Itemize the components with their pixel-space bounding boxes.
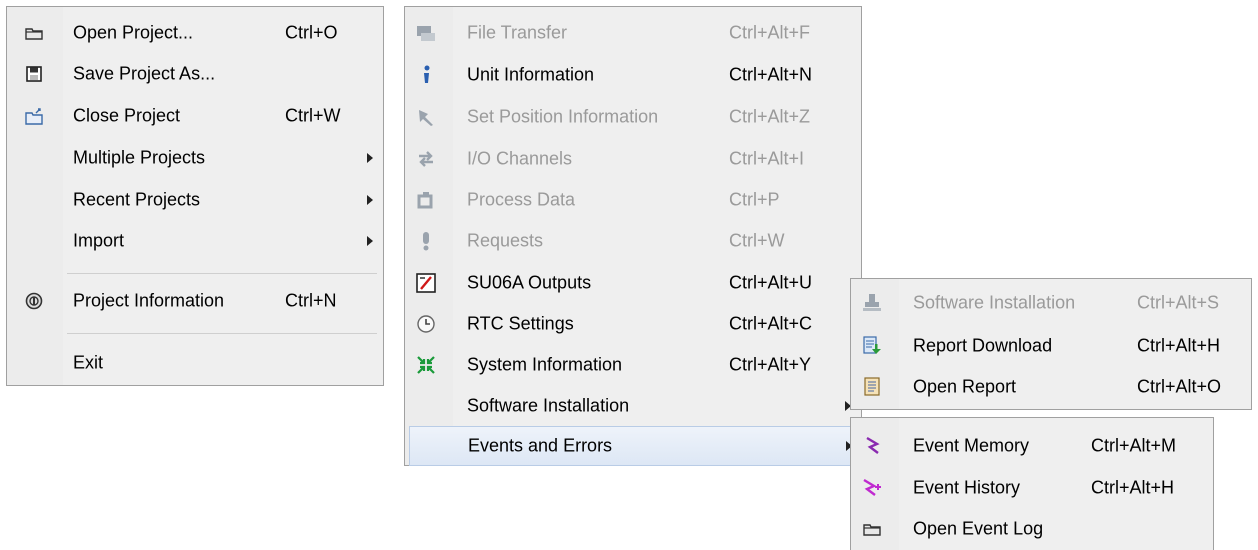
menu-item-label: Project Information [73, 290, 225, 311]
menu-item-report-download[interactable]: Report Download Ctrl+Alt+H [851, 326, 1251, 366]
menu-item-set-position-information[interactable]: Set Position Information Ctrl+Alt+Z [405, 97, 861, 137]
menu-item-shortcut: Ctrl+W [285, 105, 341, 126]
menu-item-software-installation[interactable]: Software Installation [405, 386, 861, 426]
menu-item-label: Software Installation [467, 395, 630, 416]
menu-item-multiple-projects[interactable]: Multiple Projects [7, 138, 383, 178]
menu-item-requests[interactable]: Requests Ctrl+W [405, 221, 861, 261]
menu-item-open-project[interactable]: Open Project... Ctrl+O [7, 13, 383, 53]
menu-item-recent-projects[interactable]: Recent Projects [7, 180, 383, 220]
menu-item-rtc-settings[interactable]: RTC Settings Ctrl+Alt+C [405, 304, 861, 344]
menu-item-label: Events and Errors [468, 435, 613, 456]
menu-item-shortcut: Ctrl+Alt+I [729, 148, 805, 169]
menu-item-label: Open Report [913, 376, 1017, 397]
menu-item-shortcut: Ctrl+Alt+N [729, 64, 813, 85]
menu-item-label: Close Project [73, 105, 181, 126]
info-circle-icon [23, 290, 45, 312]
device-menu: File Transfer Ctrl+Alt+F Unit Informatio… [404, 6, 862, 466]
submenu-arrow-icon [367, 195, 373, 205]
menu-item-label: Open Project... [73, 22, 194, 43]
menu-item-label: Software Installation [913, 292, 1076, 313]
menu-item-shortcut: Ctrl+P [729, 189, 780, 210]
info-icon [415, 64, 437, 86]
menu-item-label: System Information [467, 354, 623, 375]
menu-item-label: Save Project As... [73, 63, 216, 84]
menu-item-label: Requests [467, 230, 544, 251]
system-info-icon [415, 354, 437, 376]
menu-separator [67, 273, 377, 274]
menu-item-shortcut: Ctrl+Alt+C [729, 313, 813, 334]
menu-item-project-information[interactable]: Project Information Ctrl+N [7, 281, 383, 321]
menu-item-label: Process Data [467, 189, 576, 210]
floppy-disk-icon [23, 63, 45, 85]
menu-item-label: Unit Information [467, 64, 595, 85]
clock-icon [415, 313, 437, 335]
menu-item-shortcut: Ctrl+Alt+U [729, 272, 813, 293]
menu-item-label: File Transfer [467, 22, 568, 43]
menu-item-shortcut: Ctrl+N [285, 290, 337, 311]
submenu-arrow-icon [367, 236, 373, 246]
menu-item-label: Open Event Log [913, 518, 1044, 539]
menu-item-shortcut: Ctrl+Alt+F [729, 22, 811, 43]
menu-item-shortcut: Ctrl+Alt+Z [729, 106, 811, 127]
menu-item-label: I/O Channels [467, 148, 573, 169]
event-memory-icon [861, 435, 883, 457]
menu-item-system-information[interactable]: System Information Ctrl+Alt+Y [405, 345, 861, 385]
menu-item-su06a-outputs[interactable]: SU06A Outputs Ctrl+Alt+U [405, 263, 861, 303]
menu-item-file-transfer[interactable]: File Transfer Ctrl+Alt+F [405, 13, 861, 53]
menu-item-label: Multiple Projects [73, 147, 206, 168]
menu-item-label: Event Memory [913, 435, 1030, 456]
file-transfer-icon [415, 22, 437, 44]
menu-item-shortcut: Ctrl+W [729, 230, 785, 251]
menu-item-events-and-errors[interactable]: Events and Errors [409, 426, 857, 466]
menu-item-shortcut: Ctrl+Alt+H [1137, 335, 1221, 356]
menu-item-io-channels[interactable]: I/O Channels Ctrl+Alt+I [405, 139, 861, 179]
menu-item-open-report[interactable]: Open Report Ctrl+Alt+O [851, 367, 1251, 407]
menu-item-exit[interactable]: Exit [7, 343, 383, 383]
menu-item-save-project-as[interactable]: Save Project As... [7, 54, 383, 94]
menu-item-software-installation[interactable]: Software Installation Ctrl+Alt+S [851, 283, 1251, 323]
events-and-errors-submenu: Event Memory Ctrl+Alt+M Event History Ct… [850, 417, 1214, 550]
menu-item-shortcut: Ctrl+Alt+O [1137, 376, 1222, 397]
menu-item-label: Import [73, 230, 125, 251]
exclamation-icon [415, 230, 437, 252]
menu-item-shortcut: Ctrl+Alt+H [1091, 477, 1175, 498]
process-data-icon [415, 189, 437, 211]
menu-item-open-event-log[interactable]: Open Event Log [851, 509, 1213, 549]
menu-item-shortcut: Ctrl+Alt+M [1091, 435, 1177, 456]
menu-item-event-history[interactable]: Event History Ctrl+Alt+H [851, 468, 1213, 508]
event-history-icon [861, 477, 883, 499]
folder-close-icon [23, 105, 45, 127]
menu-item-shortcut: Ctrl+Alt+Y [729, 354, 812, 375]
installer-stamp-icon [861, 292, 883, 314]
menu-item-label: Event History [913, 477, 1021, 498]
menu-item-label: Exit [73, 352, 104, 373]
pin-icon [415, 106, 437, 128]
menu-item-import[interactable]: Import [7, 221, 383, 261]
folder-open-icon [23, 22, 45, 44]
menu-separator [67, 333, 377, 334]
menu-item-label: Set Position Information [467, 106, 659, 127]
menu-item-event-memory[interactable]: Event Memory Ctrl+Alt+M [851, 426, 1213, 466]
menu-item-close-project[interactable]: Close Project Ctrl+W [7, 96, 383, 136]
gauge-output-icon [415, 272, 437, 294]
menu-item-process-data[interactable]: Process Data Ctrl+P [405, 180, 861, 220]
report-book-icon [861, 376, 883, 398]
menu-item-label: SU06A Outputs [467, 272, 592, 293]
exchange-arrows-icon [415, 148, 437, 170]
menu-item-shortcut: Ctrl+Alt+S [1137, 292, 1220, 313]
menu-item-shortcut: Ctrl+O [285, 22, 338, 43]
menu-item-label: RTC Settings [467, 313, 574, 334]
project-menu: Open Project... Ctrl+O Save Project As..… [6, 6, 384, 386]
menu-item-label: Recent Projects [73, 189, 201, 210]
menu-item-label: Report Download [913, 335, 1053, 356]
report-download-icon [861, 335, 883, 357]
submenu-arrow-icon [367, 153, 373, 163]
software-installation-submenu: Software Installation Ctrl+Alt+S Report … [850, 278, 1252, 410]
menu-item-unit-information[interactable]: Unit Information Ctrl+Alt+N [405, 55, 861, 95]
folder-open-icon [861, 518, 883, 540]
